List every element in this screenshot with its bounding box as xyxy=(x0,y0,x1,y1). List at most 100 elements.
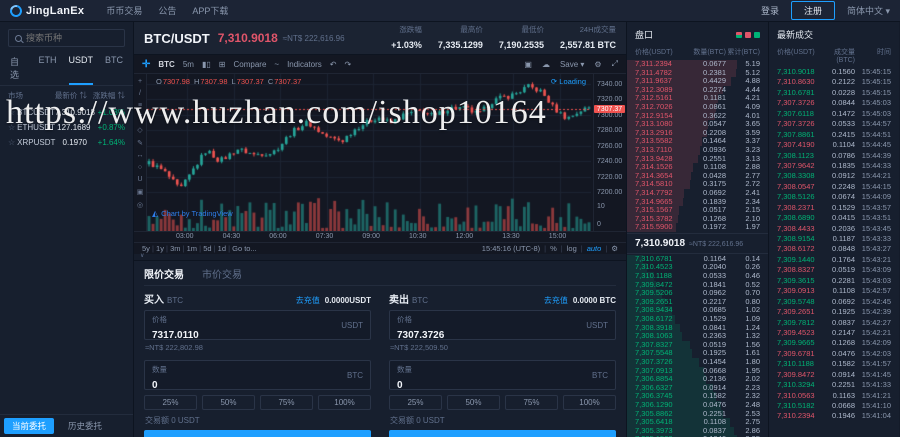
trade-row[interactable]: 7,310.05630.116315:41:21 xyxy=(769,391,899,401)
trade-row[interactable]: 7,308.44330.203615:43:45 xyxy=(769,224,899,234)
chart-area[interactable]: +/≡T◇✎↔○U▣◎ O7307.98H7307.98L7307.37C730… xyxy=(134,74,626,231)
book-mode-both-icon[interactable] xyxy=(736,32,742,38)
range-button[interactable]: 1d xyxy=(218,244,226,253)
shapes-icon[interactable]: ◇ xyxy=(137,126,142,134)
buy-amount-input[interactable]: 数量 0 BTC xyxy=(144,360,371,390)
login-link[interactable]: 登录 xyxy=(761,4,779,17)
sell-login-register-button[interactable]: 登录/注册 xyxy=(389,430,616,437)
tab-usdt[interactable]: USDT xyxy=(69,55,94,85)
register-button[interactable]: 注册 xyxy=(791,1,835,20)
save-button[interactable]: Save ▾ xyxy=(560,60,584,69)
trade-row[interactable]: 7,309.57480.069215:42:45 xyxy=(769,297,899,307)
trade-row[interactable]: 7,309.45230.214715:42:21 xyxy=(769,328,899,338)
trade-row[interactable]: 7,310.67810.022815:45:15 xyxy=(769,88,899,98)
candlestick-chart[interactable] xyxy=(147,74,591,231)
trade-row[interactable]: 7,307.96420.183515:44:33 xyxy=(769,161,899,171)
buy-price-input[interactable]: 价格 7317.0110 USDT xyxy=(144,310,371,340)
range-button[interactable]: Go to... xyxy=(232,244,257,253)
trade-row[interactable]: 7,307.37260.084415:45:03 xyxy=(769,98,899,108)
tab-eth[interactable]: ETH xyxy=(39,55,57,85)
trade-row[interactable]: 7,307.41900.110415:44:45 xyxy=(769,140,899,150)
trade-row[interactable]: 7,308.91540.118715:43:33 xyxy=(769,234,899,244)
compare-button[interactable]: Compare xyxy=(233,60,266,69)
trade-row[interactable]: 7,309.96650.126815:42:09 xyxy=(769,338,899,348)
deposit-link[interactable]: 去充值 xyxy=(544,295,568,306)
trade-row[interactable]: 7,307.61180.147215:45:03 xyxy=(769,109,899,119)
screenshot-icon[interactable]: ▣ xyxy=(524,60,532,69)
eye-icon[interactable]: ◎ xyxy=(137,201,143,209)
trade-row[interactable]: 7,310.51820.066815:41:10 xyxy=(769,401,899,411)
favorite-star-icon[interactable]: ☆ xyxy=(8,123,15,132)
sell-amount-input[interactable]: 数量 0 BTC xyxy=(389,360,616,390)
time-axis[interactable]: 03:0004:3006:0007:3009:0010:3012:0013:30… xyxy=(134,231,626,242)
trade-row[interactable]: 7,307.37260.053315:44:57 xyxy=(769,119,899,129)
percent-button[interactable]: 25% xyxy=(389,395,442,410)
range-button[interactable]: 1y xyxy=(156,244,164,253)
scale-log-toggle[interactable]: log xyxy=(567,244,577,253)
candle-style-icon[interactable]: ▮▯ xyxy=(202,60,211,69)
book-mode-asks-icon[interactable] xyxy=(745,32,751,38)
sell-price-input[interactable]: 价格 7307.3726 USDT xyxy=(389,310,616,340)
search-box[interactable] xyxy=(8,29,125,47)
trade-row[interactable]: 7,310.86300.212215:45:15 xyxy=(769,77,899,87)
trade-row[interactable]: 7,308.68900.041515:43:51 xyxy=(769,213,899,223)
nav-menu-item[interactable]: 公告 xyxy=(158,4,176,17)
percent-button[interactable]: 50% xyxy=(202,395,255,410)
orderbook-row[interactable]: 7,315.59000.19721.97 xyxy=(627,223,768,232)
indicators-button[interactable]: Indicators xyxy=(287,60,322,69)
percent-button[interactable]: 100% xyxy=(318,395,371,410)
trade-row[interactable]: 7,308.33080.091215:44:21 xyxy=(769,171,899,181)
percent-button[interactable]: 50% xyxy=(447,395,500,410)
favorite-star-icon[interactable]: ☆ xyxy=(8,138,15,147)
trade-row[interactable]: 7,309.84720.091415:41:45 xyxy=(769,370,899,380)
trade-row[interactable]: 7,308.11230.078615:44:39 xyxy=(769,151,899,161)
market-row[interactable]: ☆XRPUSDT0.1970+1.64% xyxy=(0,135,133,150)
market-row[interactable]: ☆ETHUSDT127.1689+0.87% xyxy=(0,120,133,135)
magnet-icon[interactable]: U xyxy=(137,176,142,183)
tab-favorites[interactable]: 自选 xyxy=(10,55,27,85)
favorite-star-icon[interactable]: ☆ xyxy=(8,108,15,117)
lock-icon[interactable]: ▣ xyxy=(137,188,144,196)
tradingview-attribution[interactable]: ◭ Chart by TradingView xyxy=(152,209,233,218)
trade-row[interactable]: 7,307.88610.241515:44:51 xyxy=(769,130,899,140)
trade-row[interactable]: 7,309.26510.192515:42:39 xyxy=(769,307,899,317)
book-mode-bids-icon[interactable] xyxy=(754,32,760,38)
ruler-icon[interactable]: ↔ xyxy=(137,152,144,159)
nav-menu-item[interactable]: APP下载 xyxy=(192,4,228,17)
tv-symbol[interactable]: BTC xyxy=(158,60,174,69)
range-button[interactable]: 1m xyxy=(187,244,197,253)
settings-gear-icon[interactable]: ⚙ xyxy=(594,60,601,69)
market-row[interactable]: ☆BTCUSDT7,310.9018+1.03% xyxy=(0,105,133,120)
trade-row[interactable]: 7,309.36150.228115:43:03 xyxy=(769,276,899,286)
buy-login-register-button[interactable]: 登录/注册 xyxy=(144,430,371,437)
deposit-link[interactable]: 去充值 xyxy=(296,295,320,306)
trade-row[interactable]: 7,309.09130.110815:42:57 xyxy=(769,286,899,296)
scale-auto-toggle[interactable]: auto xyxy=(587,244,602,253)
zoom-icon[interactable]: ○ xyxy=(138,164,142,171)
range-button[interactable]: 5y xyxy=(142,244,150,253)
annotation-icon[interactable]: ✎ xyxy=(137,139,143,147)
language-selector[interactable]: 简体中文 ▾ xyxy=(847,4,890,17)
trade-row[interactable]: 7,308.05470.224815:44:15 xyxy=(769,182,899,192)
chart-clock[interactable]: 15:45:16 (UTC-8) xyxy=(482,244,540,253)
text-tool-icon[interactable]: T xyxy=(138,114,142,121)
scale-percent-toggle[interactable]: % xyxy=(550,244,557,253)
range-button[interactable]: 3m xyxy=(170,244,180,253)
tab-btc[interactable]: BTC xyxy=(105,55,123,85)
trade-row[interactable]: 7,308.51260.067415:44:09 xyxy=(769,192,899,202)
nav-menu-item[interactable]: 币币交易 xyxy=(106,4,142,17)
trade-row[interactable]: 7,309.67810.047615:42:03 xyxy=(769,349,899,359)
price-axis[interactable]: 7340.007320.007300.007280.007260.007240.… xyxy=(593,74,626,231)
search-input[interactable] xyxy=(26,33,116,43)
trade-row[interactable]: 7,308.83270.051915:43:09 xyxy=(769,265,899,275)
tv-interval[interactable]: 5m xyxy=(183,60,194,69)
crosshair-icon[interactable]: + xyxy=(138,78,142,85)
fullscreen-icon[interactable]: ⤢ xyxy=(612,59,618,69)
trade-row[interactable]: 7,309.14400.176415:43:21 xyxy=(769,255,899,265)
range-button[interactable]: 5d xyxy=(203,244,211,253)
trade-row[interactable]: 7,310.23940.194615:41:04 xyxy=(769,411,899,421)
trade-row[interactable]: 7,308.23710.152915:43:57 xyxy=(769,203,899,213)
percent-button[interactable]: 75% xyxy=(260,395,313,410)
undo-icon[interactable]: ↶ xyxy=(330,60,337,69)
percent-button[interactable]: 100% xyxy=(563,395,616,410)
